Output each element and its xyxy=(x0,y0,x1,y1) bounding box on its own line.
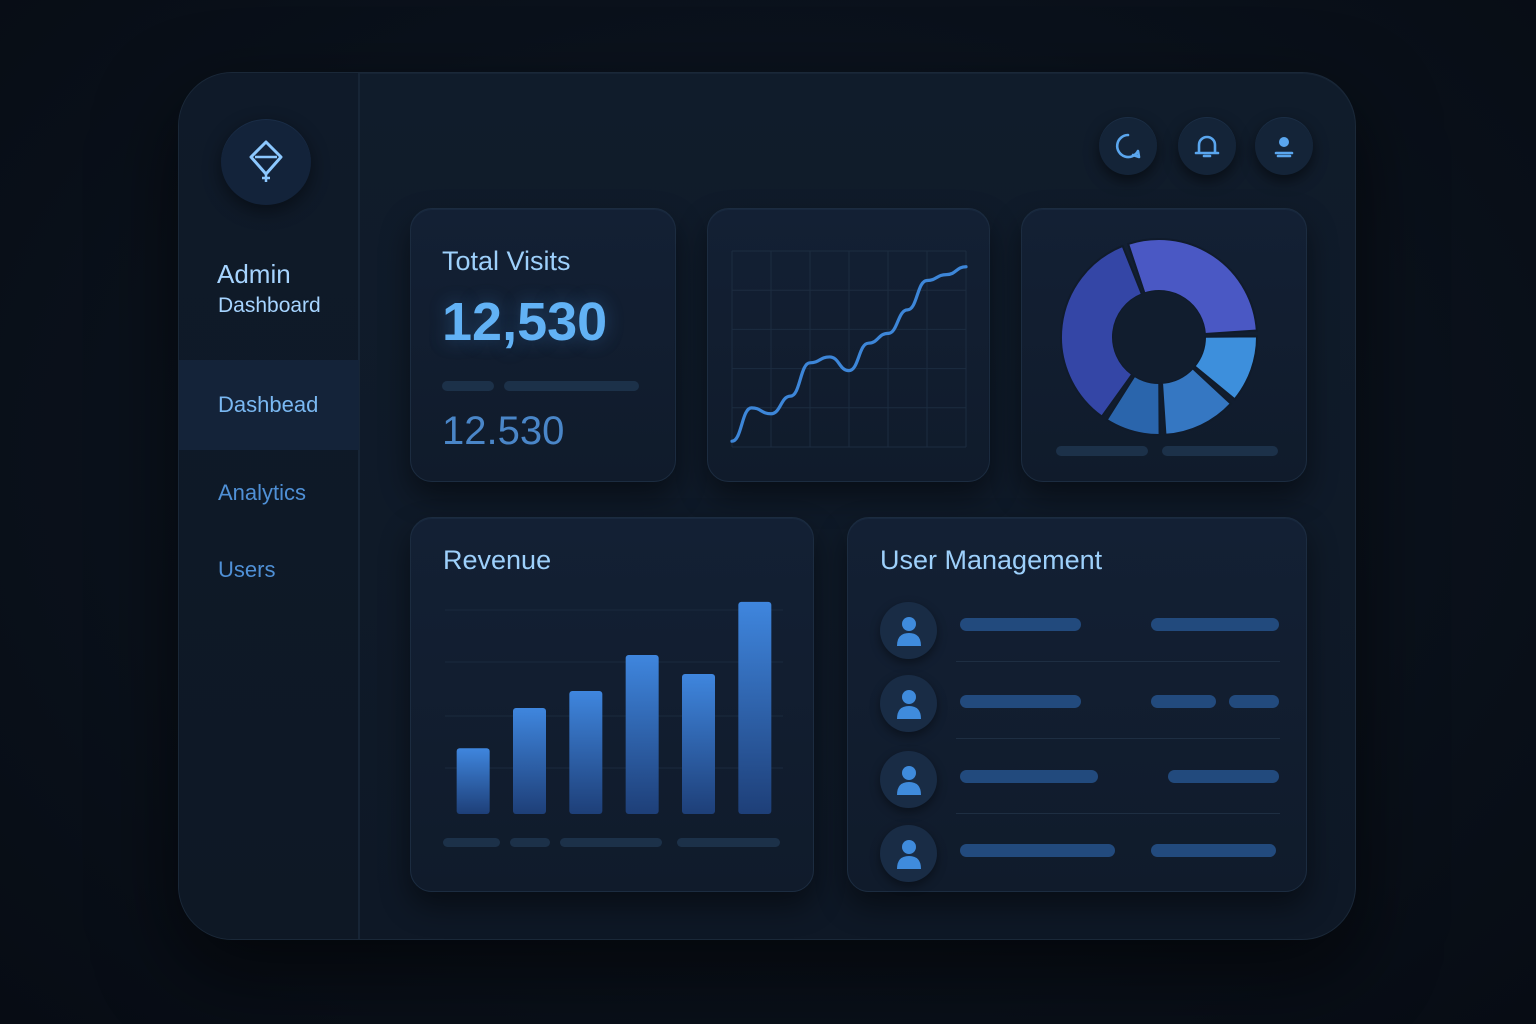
search-button[interactable] xyxy=(1099,117,1157,175)
revenue-bar xyxy=(682,674,715,814)
bell-icon xyxy=(1194,135,1220,158)
user-icon xyxy=(896,616,921,646)
sidebar-item-label: Dashbead xyxy=(218,392,319,417)
profile-button[interactable] xyxy=(1255,117,1313,175)
revenue-bar xyxy=(513,707,546,814)
user-role-placeholder xyxy=(1151,695,1216,708)
row-divider xyxy=(956,661,1280,662)
user-icon xyxy=(896,765,921,795)
sidebar-item-label: Analytics xyxy=(218,480,307,505)
avatar[interactable] xyxy=(880,825,937,882)
placeholder-bar xyxy=(442,381,494,391)
user-role-placeholder xyxy=(1151,844,1276,857)
revenue-card: Revenue xyxy=(410,517,814,892)
total-visits-secondary: 12.530 xyxy=(442,409,565,453)
total-visits-card: Total Visits 12,530 12.530 xyxy=(410,208,676,482)
kite-diamond-icon xyxy=(249,140,283,182)
notifications-button[interactable] xyxy=(1178,117,1236,175)
sidebar-item-users[interactable]: Users xyxy=(179,525,359,615)
user-name-placeholder xyxy=(960,844,1115,857)
revenue-bar-chart xyxy=(445,601,783,814)
revenue-bar xyxy=(569,690,603,814)
user-management-card: User Management xyxy=(847,517,1307,892)
donut-chart-card xyxy=(1021,208,1307,482)
search-icon xyxy=(1115,133,1141,159)
axis-placeholder xyxy=(443,838,500,847)
user-role-placeholder xyxy=(1168,770,1279,783)
donut-hole xyxy=(1113,291,1205,383)
placeholder-bar xyxy=(504,381,639,391)
user-icon xyxy=(896,839,921,869)
row-divider xyxy=(956,738,1280,739)
user-name-placeholder xyxy=(960,618,1081,631)
axis-placeholder xyxy=(677,838,780,847)
total-visits-value: 12,530 xyxy=(442,292,608,352)
donut-chart xyxy=(1060,238,1258,436)
legend-placeholder xyxy=(1162,446,1278,456)
total-visits-title: Total Visits xyxy=(442,246,571,276)
user-icon xyxy=(896,689,921,719)
trend-line-chart xyxy=(730,250,968,448)
revenue-bar xyxy=(456,748,490,814)
user-status-placeholder xyxy=(1229,695,1279,708)
avatar[interactable] xyxy=(880,675,937,732)
legend-placeholder xyxy=(1056,446,1148,456)
profile-icon xyxy=(1274,137,1294,158)
sidebar-item-dashboard[interactable]: Dashbead xyxy=(179,360,359,450)
axis-placeholder xyxy=(510,838,550,847)
sidebar-item-label: Users xyxy=(218,557,276,582)
brand-title: Admin xyxy=(217,259,291,289)
user-name-placeholder xyxy=(960,770,1098,783)
avatar[interactable] xyxy=(880,602,937,659)
revenue-bar xyxy=(738,601,772,814)
avatar[interactable] xyxy=(880,751,937,808)
dashboard-window: Admin Dashboard Dashbead Analytics Users… xyxy=(178,72,1356,940)
logo[interactable] xyxy=(221,119,311,205)
brand-subtitle: Dashboard xyxy=(218,294,321,317)
user-management-title: User Management xyxy=(880,545,1103,575)
user-name-placeholder xyxy=(960,695,1081,708)
revenue-bar xyxy=(625,654,659,814)
row-divider xyxy=(956,813,1280,814)
user-role-placeholder xyxy=(1151,618,1279,631)
trend-chart-card xyxy=(707,208,990,482)
sidebar: Admin Dashboard Dashbead Analytics Users xyxy=(179,73,360,939)
axis-placeholder xyxy=(560,838,662,847)
